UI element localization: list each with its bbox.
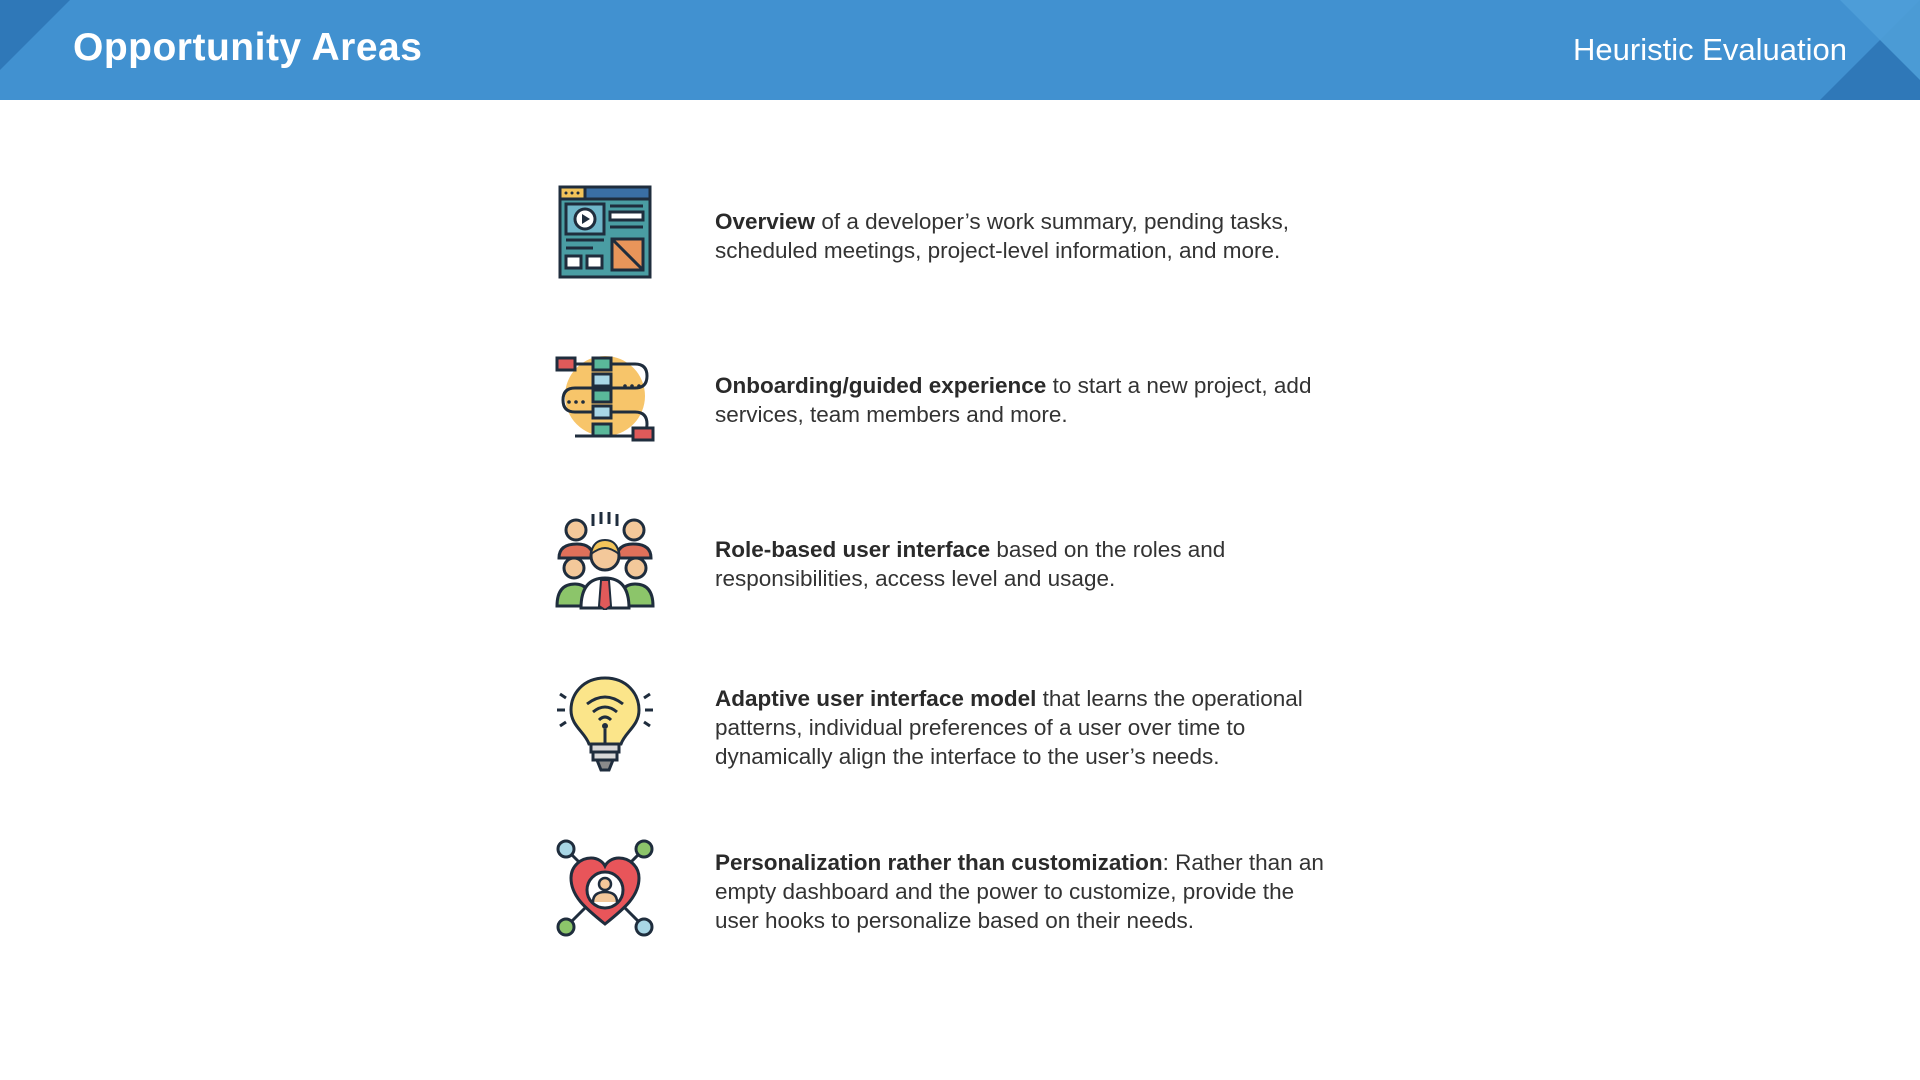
section-label: Heuristic Evaluation <box>1573 32 1847 67</box>
smart-bulb-icon <box>557 676 653 772</box>
item-text: Role-based user interface based on the r… <box>715 535 1335 593</box>
workflow-icon <box>555 356 655 442</box>
item-heading: Onboarding/guided experience <box>715 373 1047 398</box>
header-corner-decoration <box>0 0 70 70</box>
item-text: Personalization rather than customizatio… <box>715 848 1335 935</box>
heart-user-icon <box>556 839 654 937</box>
item-text: Overview of a developer’s work summary, … <box>715 207 1335 265</box>
item-heading: Personalization rather than customizatio… <box>715 850 1163 875</box>
page-title: Opportunity Areas <box>73 26 423 69</box>
item-text: Onboarding/guided experience to start a … <box>715 371 1335 429</box>
header-banner: Opportunity Areas Heuristic Evaluation <box>0 0 1920 100</box>
item-heading: Adaptive user interface model <box>715 686 1037 711</box>
team-icon <box>555 512 655 610</box>
dashboard-icon <box>558 185 652 279</box>
header-corner-decoration <box>1840 0 1920 80</box>
item-heading: Overview <box>715 209 816 234</box>
item-text: Adaptive user interface model that learn… <box>715 684 1335 771</box>
item-heading: Role-based user interface <box>715 537 991 562</box>
